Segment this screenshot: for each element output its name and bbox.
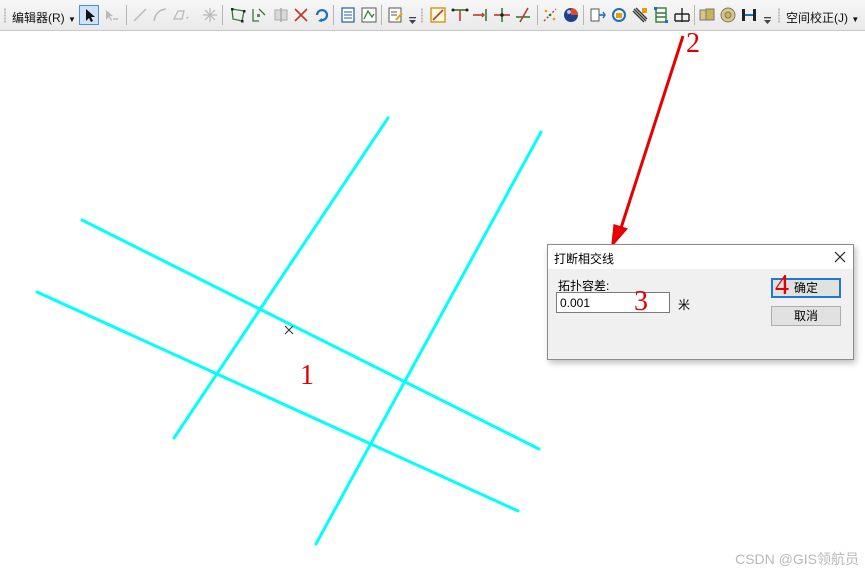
extend-tool-button[interactable]: [450, 5, 470, 25]
clip-button[interactable]: [739, 5, 759, 25]
cursor-crosshair-icon: [284, 325, 294, 335]
explode-icon: [654, 7, 668, 23]
topology-edit-button[interactable]: [428, 5, 448, 25]
straight-segment-icon: [133, 8, 147, 22]
buffer-icon: [632, 7, 648, 23]
create-features-icon: [388, 7, 403, 23]
toolbar-grip[interactable]: [778, 8, 780, 23]
cut-polygon-icon: [274, 8, 288, 22]
toolbar-grip[interactable]: [4, 8, 6, 23]
merge-polygons-icon: [699, 8, 715, 21]
spatial-adjustment-menu[interactable]: 空间校正(J) ▼: [786, 9, 859, 26]
generalize-button[interactable]: [540, 5, 560, 25]
toolbar-overflow-chevron[interactable]: [408, 17, 417, 26]
toolbar-grip[interactable]: [421, 8, 423, 23]
endpoint-arc-button[interactable]: [150, 5, 170, 25]
cancel-button[interactable]: 取消: [771, 306, 841, 326]
watermark: CSDN @GIS领航员: [735, 551, 859, 567]
trim-icon: [473, 9, 487, 21]
merge-button[interactable]: [697, 5, 717, 25]
edit-annotation-tool-button[interactable]: [101, 5, 121, 25]
chevron-down-icon: [764, 17, 771, 24]
union-polygons-icon: [720, 7, 736, 23]
copy-parallel-button[interactable]: [609, 5, 629, 25]
copy-parallel-icon: [612, 8, 626, 22]
trace-icon: [172, 10, 189, 20]
annotation-pointer-icon: [106, 10, 118, 21]
planarize-lines-icon: [674, 8, 690, 22]
line-feature: [314, 130, 543, 546]
extend-icon: [451, 8, 469, 21]
reshape-feature-button[interactable]: [249, 5, 269, 25]
globe-ball-icon: [564, 8, 578, 22]
explode-multipart-button[interactable]: [651, 5, 671, 25]
annotation-label-3: 3: [634, 286, 648, 317]
sketch-properties-icon: [361, 7, 377, 23]
editor-menu-label: 编辑器(R): [12, 11, 65, 25]
line-intersection-button[interactable]: [492, 5, 512, 25]
construct-features-button[interactable]: [588, 5, 608, 25]
trace-tool-button[interactable]: [170, 5, 190, 25]
edit-vertices-icon: [231, 8, 246, 23]
close-icon: [834, 251, 846, 263]
annotation-label-4: 4: [775, 270, 789, 301]
buffer-button[interactable]: [630, 5, 650, 25]
annotation-label-1: 1: [300, 360, 314, 391]
line-feature: [172, 116, 390, 440]
line-feature: [80, 218, 541, 451]
topology-edit-icon: [430, 7, 446, 23]
edit-vertices-button[interactable]: [228, 5, 248, 25]
reshape-icon: [252, 8, 266, 22]
red-arrow-annotation: [611, 35, 685, 248]
chevron-down-icon: ▼: [851, 15, 860, 24]
break-intersecting-lines-dialog: 打断相交线 拓扑容差: 米 确定 取消: [547, 244, 854, 360]
chevron-down-icon: ▼: [68, 15, 76, 24]
intersection-icon: [494, 8, 510, 22]
construct-features-icon: [590, 8, 606, 22]
edit-tool-button[interactable]: [79, 5, 99, 25]
split-scissors-icon: [294, 8, 308, 22]
trim-tool-button[interactable]: [471, 5, 491, 25]
rotate-icon: [315, 9, 329, 22]
split-at-intersection-button[interactable]: [513, 5, 533, 25]
point-tool-button[interactable]: [200, 5, 220, 25]
pointer-arrow-icon: [86, 9, 95, 22]
attributes-button[interactable]: [338, 5, 358, 25]
sketch-properties-button[interactable]: [359, 5, 379, 25]
split-line-icon: [516, 7, 530, 23]
tolerance-unit: 米: [678, 298, 691, 312]
point-sparkle-icon: [203, 8, 217, 22]
generalize-dots-icon: [543, 8, 557, 22]
attributes-table-icon: [341, 7, 355, 23]
annotation-label-2: 2: [686, 28, 700, 59]
planarize-lines-button[interactable]: [672, 5, 692, 25]
dialog-title-bar[interactable]: 打断相交线: [548, 245, 853, 269]
endpoint-arc-icon: [153, 8, 167, 22]
toolbar-overflow-chevron[interactable]: [763, 17, 772, 26]
tolerance-input[interactable]: [556, 292, 670, 313]
clip-icon: [742, 9, 756, 21]
editor-toolbar: 编辑器(R) ▼ 空间校正(J) ▼: [0, 0, 865, 31]
dialog-title: 打断相交线: [554, 252, 615, 266]
rotate-tool-button[interactable]: [311, 5, 331, 25]
editor-menu[interactable]: 编辑器(R) ▼: [12, 9, 76, 26]
create-features-button[interactable]: [386, 5, 406, 25]
union-button[interactable]: [718, 5, 738, 25]
spatial-adjustment-label: 空间校正(J): [786, 11, 848, 25]
split-tool-button[interactable]: [291, 5, 311, 25]
cut-polygons-button[interactable]: [271, 5, 291, 25]
straight-segment-button[interactable]: [130, 5, 150, 25]
chevron-down-icon: [409, 17, 416, 24]
close-button[interactable]: [833, 250, 847, 264]
smooth-button[interactable]: [561, 5, 581, 25]
